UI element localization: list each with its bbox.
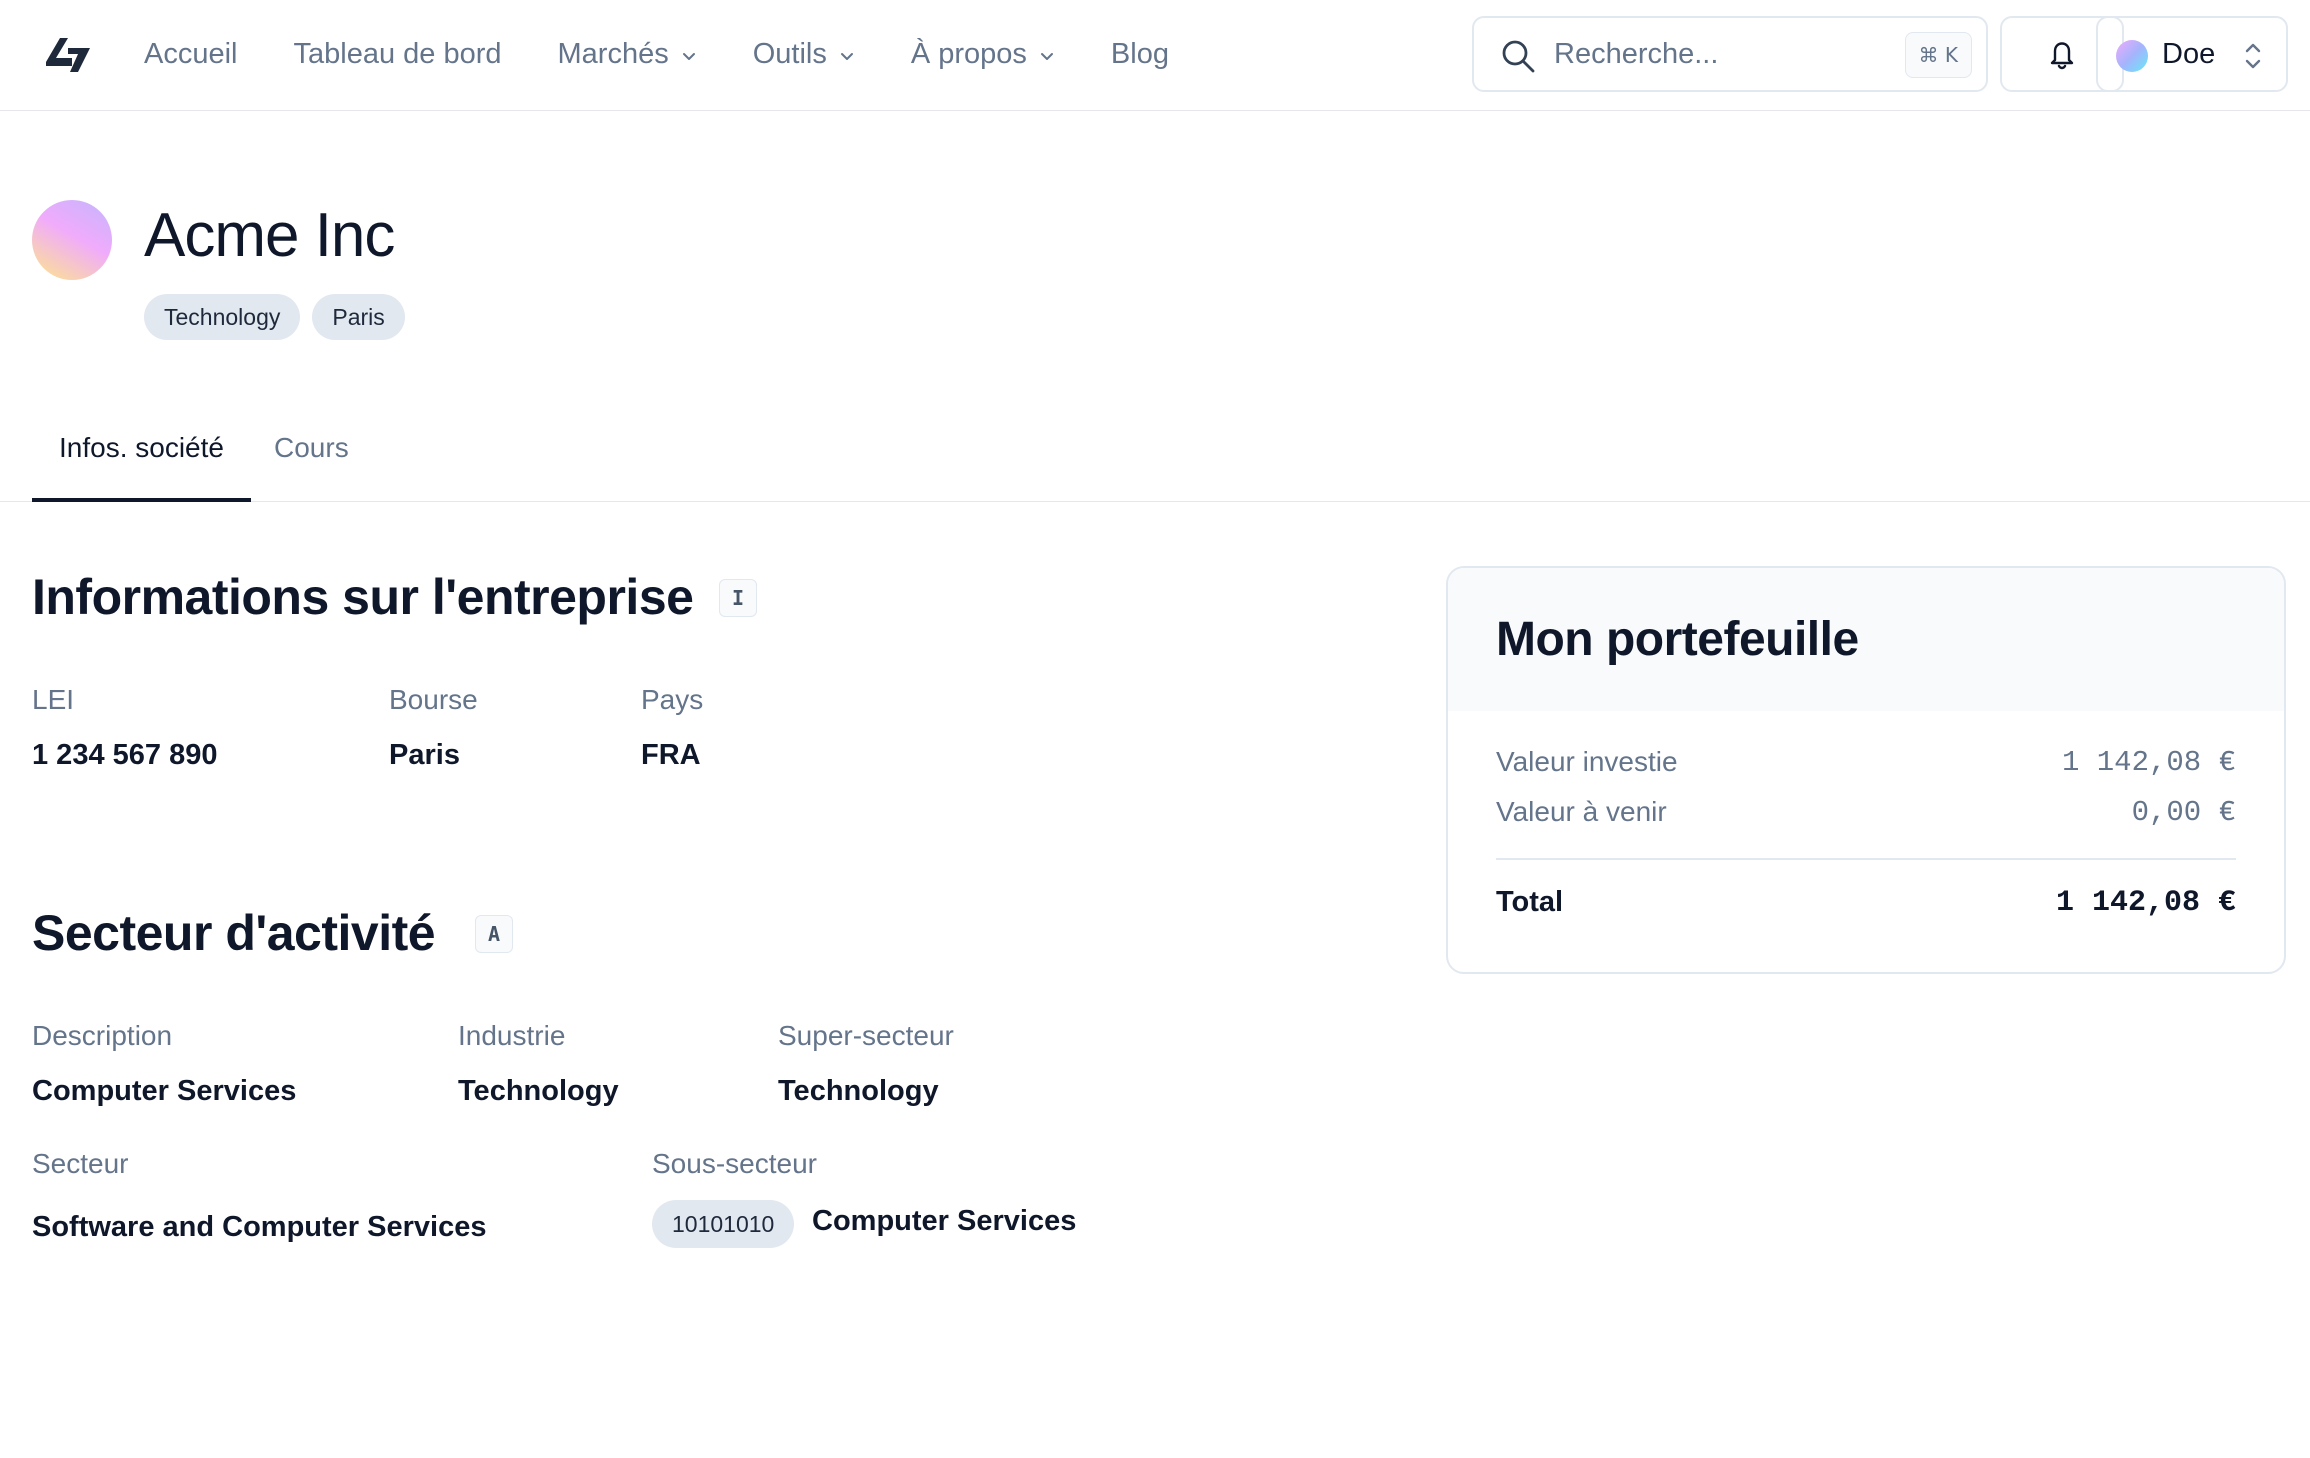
tab-infos-societe[interactable]: Infos. société — [32, 416, 251, 502]
nav-item-tableau-de-bord[interactable]: Tableau de bord — [294, 38, 502, 71]
secteur-label: Secteur — [32, 1148, 129, 1179]
sous-secteur-label: Sous-secteur — [652, 1148, 817, 1179]
nav-item-label: À propos — [910, 37, 1027, 70]
tag-chip: Paris — [312, 294, 405, 340]
invested-value-label: Valeur investie — [1496, 746, 1678, 777]
section-badge: A — [475, 915, 513, 953]
search-input[interactable] — [1554, 32, 1884, 76]
upcoming-value-label: Valeur à venir — [1496, 796, 1667, 827]
company-logo — [32, 200, 112, 280]
brand-logo-icon[interactable] — [42, 32, 94, 76]
super-secteur-value: Technology — [778, 1075, 939, 1107]
invested-value-amount: 1 142,08 € — [2061, 746, 2236, 779]
chevron-down-icon — [840, 53, 853, 60]
tab-cours[interactable]: Cours — [274, 416, 349, 502]
bourse-value: Paris — [389, 739, 460, 771]
total-label: Total — [1496, 886, 1564, 918]
nav-item-outils[interactable]: Outils — [753, 38, 855, 71]
search-icon — [1502, 40, 1535, 73]
nav-item-label: Tableau de bord — [293, 37, 502, 70]
bourse-label: Bourse — [389, 684, 478, 715]
lei-value: 1 234 567 890 — [32, 739, 218, 771]
nav-item-marches[interactable]: Marchés — [558, 38, 697, 71]
pays-label: Pays — [641, 684, 704, 715]
industrie-value: Technology — [458, 1075, 619, 1107]
chevron-up-down-icon — [2245, 43, 2261, 69]
divider — [1496, 858, 2236, 860]
upcoming-value-amount: 0,00 € — [2131, 796, 2236, 829]
industrie-label: Industrie — [458, 1020, 566, 1051]
tab-label: Cours — [274, 432, 349, 463]
user-menu-button[interactable]: Doe — [2096, 16, 2288, 92]
nav-item-label: Accueil — [144, 37, 238, 70]
nav-item-label: Blog — [1110, 37, 1169, 70]
description-label: Description — [32, 1020, 173, 1051]
main-nav: Accueil Tableau de bord Marchés Outils À… — [144, 0, 1225, 108]
total-amount: 1 142,08 € — [2055, 886, 2236, 920]
company-info-title: Informations sur l'entreprise — [32, 569, 694, 625]
tag-chip: Technology — [144, 294, 301, 340]
portfolio-card-header: Mon portefeuille — [1448, 568, 2284, 711]
chevron-down-icon — [682, 53, 695, 60]
sous-secteur-value: Computer Services — [812, 1205, 1077, 1237]
search-shortcut-badge: ⌘ K — [1904, 32, 1972, 78]
nav-item-blog[interactable]: Blog — [1111, 38, 1169, 71]
sous-secteur-code-chip: 10101010 — [652, 1200, 795, 1248]
sector-title: Secteur d'activité — [32, 905, 436, 961]
nav-item-label: Outils — [752, 37, 827, 70]
top-navigation-bar: Accueil Tableau de bord Marchés Outils À… — [0, 0, 2310, 111]
tab-label: Infos. société — [59, 432, 224, 463]
lei-label: LEI — [32, 684, 75, 715]
tab-bar: Infos. société Cours — [0, 416, 2310, 502]
chevron-down-icon — [1040, 53, 1053, 60]
secteur-value: Software and Computer Services — [32, 1211, 487, 1243]
description-value: Computer Services — [32, 1075, 297, 1107]
portfolio-title: Mon portefeuille — [1496, 613, 1859, 666]
company-tags: Technology Paris — [144, 294, 417, 340]
super-secteur-label: Super-secteur — [778, 1020, 954, 1051]
company-name: Acme Inc — [144, 201, 395, 270]
avatar — [2116, 40, 2148, 72]
search-box[interactable]: ⌘ K — [1472, 16, 1988, 92]
nav-item-accueil[interactable]: Accueil — [144, 38, 238, 71]
pays-value: FRA — [641, 739, 701, 771]
user-name: Doe — [2162, 38, 2216, 70]
nav-item-a-propos[interactable]: À propos — [911, 38, 1055, 71]
portfolio-card: Mon portefeuille Valeur investie 1 142,0… — [1446, 566, 2286, 974]
nav-item-label: Marchés — [557, 37, 669, 70]
bell-icon — [2050, 42, 2074, 70]
section-badge: I — [719, 579, 757, 617]
